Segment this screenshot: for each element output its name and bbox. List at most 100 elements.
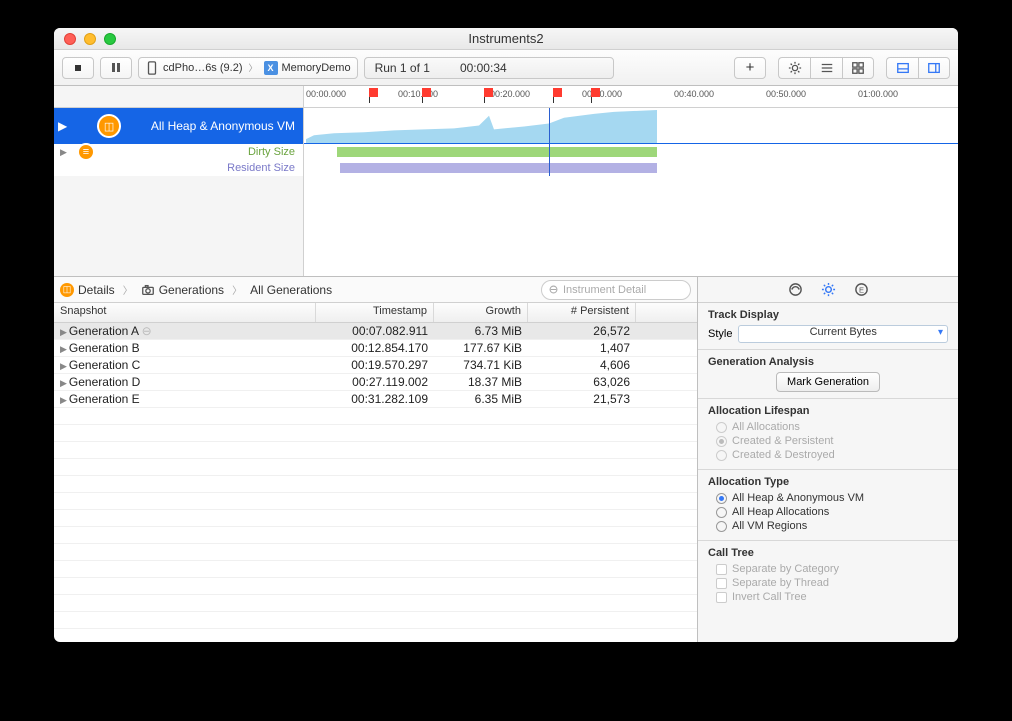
pathbar: ◫ Details 〉 Generations 〉 All Generation…	[54, 277, 697, 303]
disclosure-icon[interactable]: ▶	[60, 378, 67, 388]
table-row[interactable]: ▶Generation A ⊖00:07.082.9116.73 MiB26,5…	[54, 323, 697, 340]
track-label: Resident Size	[227, 162, 295, 174]
run-label: Run 1 of 1	[375, 61, 430, 75]
strategy-button-1[interactable]	[778, 57, 810, 79]
svg-text:E: E	[858, 285, 863, 294]
detail-toggle-button[interactable]	[886, 57, 918, 79]
ruler-tick: 00:40.000	[674, 89, 714, 99]
path-all-generations[interactable]: All Generations	[250, 283, 332, 297]
device-icon	[145, 61, 159, 75]
toolbar: cdPho…6s (9.2) 〉 X MemoryDemo Run 1 of 1…	[54, 50, 958, 86]
check-sep-thread: Separate by Thread	[716, 577, 948, 589]
panel-track-display: Track Display Style Current Bytes	[698, 303, 958, 350]
track-allocations[interactable]: ▶ ◫ All Heap & Anonymous VM	[54, 108, 958, 144]
ruler-tick: 00:00.000	[306, 89, 346, 99]
path-generations[interactable]: Generations	[159, 283, 224, 297]
allocations-icon: ◫	[97, 114, 121, 138]
vm-icon: ≡	[77, 143, 95, 161]
playhead[interactable]	[549, 144, 550, 160]
check-sep-category: Separate by Category	[716, 563, 948, 575]
filter-icon	[548, 284, 559, 295]
panel-allocation-lifespan: Allocation Lifespan All Allocations Crea…	[698, 399, 958, 470]
pause-button[interactable]	[100, 57, 132, 79]
window-title: Instruments2	[54, 31, 958, 46]
generation-flag-icon[interactable]	[369, 88, 378, 97]
track-dirty[interactable]: ▶ ≡ Dirty Size	[54, 144, 958, 160]
disclosure-icon[interactable]: ▶	[60, 361, 67, 371]
track-label: Dirty Size	[248, 146, 295, 158]
panel-generation-analysis: Generation Analysis Mark Generation	[698, 350, 958, 399]
radio-vm-regions[interactable]: All VM Regions	[716, 520, 948, 532]
check-invert-tree: Invert Call Tree	[716, 591, 948, 603]
radio-heap-anon[interactable]: All Heap & Anonymous VM	[716, 492, 948, 504]
inspector-toggle-button[interactable]	[918, 57, 950, 79]
record-settings-icon[interactable]	[788, 282, 803, 297]
col-persistent[interactable]: # Persistent	[528, 303, 636, 322]
panel-allocation-type: Allocation Type All Heap & Anonymous VM …	[698, 470, 958, 541]
table-row[interactable]: ▶Generation D00:27.119.00218.37 MiB63,02…	[54, 374, 697, 391]
table-row[interactable]: ▶Generation C00:19.570.297734.71 KiB4,60…	[54, 357, 697, 374]
disclosure-icon[interactable]: ▶	[60, 344, 67, 354]
device-label: cdPho…6s (9.2)	[163, 62, 242, 74]
focus-icon[interactable]: ⊖	[142, 324, 152, 338]
radio-all-allocations: All Allocations	[716, 421, 948, 433]
panel-title: Allocation Type	[708, 476, 948, 488]
timeline-area: 00:00.000 00:10.000 00:20.000 00:30.000 …	[54, 86, 958, 277]
strategy-button-2[interactable]	[810, 57, 842, 79]
col-timestamp[interactable]: Timestamp	[316, 303, 434, 322]
gear-icon	[788, 61, 802, 75]
strategy-button-3[interactable]	[842, 57, 874, 79]
chevron-right-icon: 〉	[119, 282, 137, 297]
ruler[interactable]: 00:00.000 00:10.000 00:20.000 00:30.000 …	[54, 86, 958, 108]
chevron-right-icon: 〉	[228, 282, 246, 297]
disclosure-icon[interactable]: ▶	[58, 119, 67, 133]
mark-generation-button[interactable]: Mark Generation	[776, 372, 880, 392]
detail-area: ◫ Details 〉 Generations 〉 All Generation…	[54, 277, 958, 642]
display-settings-icon[interactable]	[821, 282, 836, 297]
radio-created-destroyed: Created & Destroyed	[716, 449, 948, 461]
track-label: All Heap & Anonymous VM	[151, 119, 295, 133]
playhead[interactable]	[549, 108, 550, 143]
panel-title: Track Display	[708, 309, 948, 321]
style-dropdown[interactable]: Current Bytes	[738, 325, 948, 343]
extended-detail-icon[interactable]: E	[854, 282, 869, 297]
track-resident[interactable]: Resident Size	[54, 160, 958, 176]
generations-table: Snapshot Timestamp Growth # Persistent ▶…	[54, 303, 697, 642]
generation-flag-icon[interactable]	[484, 88, 493, 97]
strategy-group	[778, 57, 874, 79]
disclosure-icon[interactable]: ▶	[60, 395, 67, 405]
search-input[interactable]: Instrument Detail	[541, 280, 691, 300]
panel-call-tree: Call Tree Separate by Category Separate …	[698, 541, 958, 611]
table-row[interactable]: ▶Generation B00:12.854.170177.67 KiB1,40…	[54, 340, 697, 357]
path-details[interactable]: Details	[78, 283, 115, 297]
generation-flag-icon[interactable]	[553, 88, 562, 97]
resident-bar	[340, 163, 657, 173]
search-placeholder: Instrument Detail	[563, 284, 646, 296]
target-label: MemoryDemo	[282, 62, 351, 74]
chevron-right-icon: 〉	[248, 61, 257, 74]
list-icon	[820, 61, 834, 75]
allocations-graph	[304, 108, 958, 143]
elapsed-time: 00:00:34	[460, 61, 507, 75]
allocations-icon: ◫	[60, 283, 74, 297]
panel-title: Generation Analysis	[708, 356, 948, 368]
ruler-tick: 00:10.000	[398, 89, 438, 99]
view-group	[886, 57, 950, 79]
col-growth[interactable]: Growth	[434, 303, 528, 322]
detail-pane: ◫ Details 〉 Generations 〉 All Generation…	[54, 277, 698, 642]
target-selector[interactable]: cdPho…6s (9.2) 〉 X MemoryDemo	[138, 57, 358, 79]
ruler-tick: 00:20.000	[490, 89, 530, 99]
ruler-tick: 00:50.000	[766, 89, 806, 99]
ruler-tick: 01:00.000	[858, 89, 898, 99]
table-row[interactable]: ▶Generation E00:31.282.1096.35 MiB21,573	[54, 391, 697, 408]
col-snapshot[interactable]: Snapshot	[54, 303, 316, 322]
generation-flag-icon[interactable]	[422, 88, 431, 97]
add-instrument-button[interactable]: +	[734, 57, 766, 79]
disclosure-icon[interactable]: ▶	[60, 327, 67, 337]
radio-heap-alloc[interactable]: All Heap Allocations	[716, 506, 948, 518]
run-status[interactable]: Run 1 of 1 00:00:34	[364, 57, 614, 79]
record-stop-button[interactable]	[62, 57, 94, 79]
playhead[interactable]	[549, 160, 550, 176]
generation-flag-icon[interactable]	[591, 88, 600, 97]
disclosure-icon[interactable]: ▶	[60, 147, 67, 158]
